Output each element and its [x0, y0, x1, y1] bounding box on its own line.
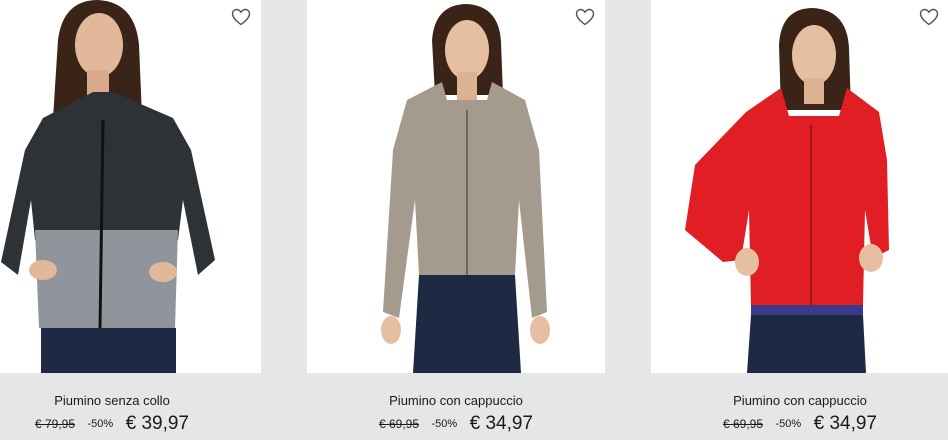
product-card[interactable]: Piumino senza collo € 79,95 -50% € 39,97 — [0, 0, 263, 440]
original-price: € 79,95 — [34, 417, 76, 431]
sale-price: € 39,97 — [125, 413, 190, 434]
price-row: € 79,95 -50% € 39,97 — [0, 413, 261, 435]
product-info: Piumino con cappuccio € 69,95 -50% € 34,… — [651, 373, 948, 440]
product-name[interactable]: Piumino senza collo — [0, 393, 261, 408]
heart-outline-icon[interactable] — [919, 8, 939, 26]
model-figure — [1, 0, 215, 373]
heart-outline-icon[interactable] — [575, 8, 595, 26]
product-info: Piumino con cappuccio € 69,95 -50% € 34,… — [307, 373, 605, 440]
product-card[interactable]: Piumino con cappuccio € 69,95 -50% € 34,… — [307, 0, 607, 440]
product-image[interactable] — [307, 0, 605, 373]
product-image[interactable] — [0, 0, 261, 373]
product-card[interactable]: Piumino con cappuccio € 69,95 -50% € 34,… — [651, 0, 948, 440]
model-figure — [685, 8, 889, 373]
product-name[interactable]: Piumino con cappuccio — [651, 393, 948, 408]
heart-outline-icon[interactable] — [231, 8, 251, 26]
model-figure — [381, 4, 550, 373]
product-name[interactable]: Piumino con cappuccio — [307, 393, 605, 408]
discount-badge: -50% — [87, 418, 114, 430]
product-image[interactable] — [651, 0, 948, 373]
original-price: € 69,95 — [722, 417, 764, 431]
product-info: Piumino senza collo € 79,95 -50% € 39,97 — [0, 373, 261, 440]
discount-badge: -50% — [775, 418, 802, 430]
price-row: € 69,95 -50% € 34,97 — [651, 413, 948, 435]
sale-price: € 34,97 — [469, 413, 534, 434]
sale-price: € 34,97 — [813, 413, 878, 434]
discount-badge: -50% — [431, 418, 458, 430]
price-row: € 69,95 -50% € 34,97 — [307, 413, 605, 435]
original-price: € 69,95 — [378, 417, 420, 431]
